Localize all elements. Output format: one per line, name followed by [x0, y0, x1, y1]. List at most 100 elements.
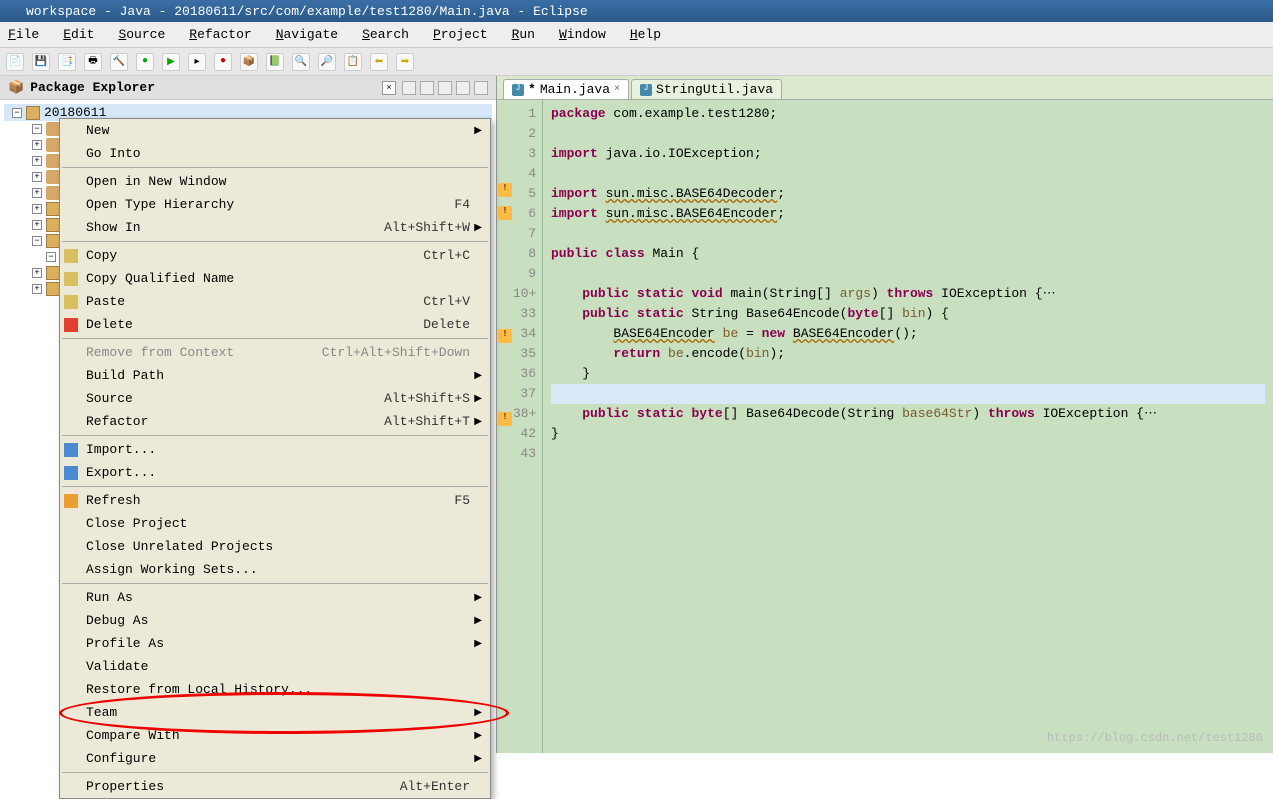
menu-help[interactable]: Help — [630, 27, 661, 42]
package-explorer-icon: 📦 — [8, 80, 24, 95]
new-button[interactable]: 📄 — [6, 53, 24, 71]
project-icon — [26, 106, 40, 120]
menu-item-refactor[interactable]: RefactorAlt+Shift+T▶ — [60, 410, 490, 433]
menu-bar: File Edit Source Refactor Navigate Search Proj… — [0, 22, 1273, 48]
ext-tools-button[interactable]: ● — [214, 53, 232, 71]
collapse-icon[interactable] — [402, 81, 416, 95]
coverage-button[interactable]: ▸ — [188, 53, 206, 71]
expand-icon[interactable]: + — [32, 204, 42, 214]
expand-icon[interactable]: − — [12, 108, 22, 118]
link-editor-icon[interactable] — [420, 81, 434, 95]
menu-item-open-type-hierarchy[interactable]: Open Type HierarchyF4 — [60, 193, 490, 216]
warn-marker-icon: ! — [498, 206, 512, 220]
menu-item-icon — [64, 318, 78, 332]
view-close-icon[interactable]: × — [382, 81, 396, 95]
menu-item-assign-working-sets-[interactable]: Assign Working Sets... — [60, 558, 490, 581]
window-title-bar: workspace - Java - 20180611/src/com/exam… — [0, 0, 1273, 22]
menu-item-icon — [64, 466, 78, 480]
open-type-button[interactable]: 🔍 — [292, 53, 310, 71]
editor-tab[interactable]: J*Main.java × — [503, 79, 629, 99]
expand-icon[interactable]: + — [32, 188, 42, 198]
menu-separator — [62, 772, 488, 773]
package-explorer-header: 📦 Package Explorer × — [0, 76, 496, 100]
menu-item-show-in[interactable]: Show InAlt+Shift+W▶ — [60, 216, 490, 239]
menu-source[interactable]: Source — [118, 27, 165, 42]
save-button[interactable]: 💾 — [32, 53, 50, 71]
expand-icon[interactable]: + — [32, 156, 42, 166]
package-explorer-title: Package Explorer — [30, 80, 376, 95]
menu-item-delete[interactable]: DeleteDelete — [60, 313, 490, 336]
maximize-icon[interactable] — [474, 81, 488, 95]
folder-icon — [46, 266, 60, 280]
src-folder-icon — [46, 122, 60, 136]
code-editor[interactable]: !!!! 12345678910+333435363738+4243 packa… — [497, 100, 1273, 753]
menu-project[interactable]: Project — [433, 27, 488, 42]
menu-separator — [62, 167, 488, 168]
code-content[interactable]: package com.example.test1280;import java… — [543, 100, 1273, 753]
menu-run[interactable]: Run — [512, 27, 535, 42]
menu-item-new[interactable]: New▶ — [60, 119, 490, 142]
menu-item-close-project[interactable]: Close Project — [60, 512, 490, 535]
new-pkg-button[interactable]: 📦 — [240, 53, 258, 71]
menu-item-copy-qualified-name[interactable]: Copy Qualified Name — [60, 267, 490, 290]
nav-back-button[interactable]: ⬅ — [370, 53, 388, 71]
line-gutter: 12345678910+333435363738+4243 — [513, 100, 543, 753]
menu-item-validate[interactable]: Validate — [60, 655, 490, 678]
menu-item-copy[interactable]: CopyCtrl+C — [60, 244, 490, 267]
expand-icon[interactable]: + — [32, 172, 42, 182]
expand-icon[interactable]: + — [32, 140, 42, 150]
save-all-button[interactable]: 📑 — [58, 53, 76, 71]
menu-item-export-[interactable]: Export... — [60, 461, 490, 484]
menu-item-compare-with[interactable]: Compare With▶ — [60, 724, 490, 747]
folder-icon — [46, 202, 60, 216]
editor-tab[interactable]: JStringUtil.java — [631, 79, 782, 99]
menu-file[interactable]: File — [8, 27, 39, 42]
new-class-button[interactable]: 📗 — [266, 53, 284, 71]
menu-item-source[interactable]: SourceAlt+Shift+S▶ — [60, 387, 490, 410]
menu-item-icon — [64, 272, 78, 286]
menu-item-import-[interactable]: Import... — [60, 438, 490, 461]
menu-window[interactable]: Window — [559, 27, 606, 42]
toolbar: 📄 💾 📑 🖶 🔨 ● ▶ ▸ ● 📦 📗 🔍 🔎 📋 ⬅ ➡ — [0, 48, 1273, 76]
menu-item-profile-as[interactable]: Profile As▶ — [60, 632, 490, 655]
expand-icon[interactable]: + — [32, 268, 42, 278]
menu-item-properties[interactable]: PropertiesAlt+Enter — [60, 775, 490, 798]
menu-item-close-unrelated-projects[interactable]: Close Unrelated Projects — [60, 535, 490, 558]
menu-item-icon — [64, 295, 78, 309]
run-button[interactable]: ▶ — [162, 53, 180, 71]
debug-button[interactable]: ● — [136, 53, 154, 71]
expand-icon[interactable]: + — [32, 284, 42, 294]
menu-item-restore-from-local-history-[interactable]: Restore from Local History... — [60, 678, 490, 701]
expand-icon[interactable]: − — [46, 252, 56, 262]
java-file-icon: J — [512, 84, 524, 96]
menu-navigate[interactable]: Navigate — [276, 27, 338, 42]
menu-item-refresh[interactable]: RefreshF5 — [60, 489, 490, 512]
expand-icon[interactable]: + — [32, 220, 42, 230]
menu-item-build-path[interactable]: Build Path▶ — [60, 364, 490, 387]
minimize-icon[interactable] — [456, 81, 470, 95]
close-tab-icon[interactable]: × — [614, 84, 620, 95]
menu-item-open-in-new-window[interactable]: Open in New Window — [60, 170, 490, 193]
nav-fwd-button[interactable]: ➡ — [396, 53, 414, 71]
expand-icon[interactable]: − — [32, 236, 42, 246]
menu-item-debug-as[interactable]: Debug As▶ — [60, 609, 490, 632]
menu-item-paste[interactable]: PasteCtrl+V — [60, 290, 490, 313]
warn-marker-icon: ! — [498, 412, 512, 426]
print-button[interactable]: 🖶 — [84, 53, 102, 71]
build-button[interactable]: 🔨 — [110, 53, 128, 71]
menu-separator — [62, 435, 488, 436]
menu-item-run-as[interactable]: Run As▶ — [60, 586, 490, 609]
menu-item-configure[interactable]: Configure▶ — [60, 747, 490, 770]
toggle-button[interactable]: 📋 — [344, 53, 362, 71]
menu-edit[interactable]: Edit — [63, 27, 94, 42]
menu-refactor[interactable]: Refactor — [189, 27, 251, 42]
menu-item-team[interactable]: Team▶ — [60, 701, 490, 724]
expand-icon[interactable]: − — [32, 124, 42, 134]
folder-icon — [46, 218, 60, 232]
menu-search[interactable]: Search — [362, 27, 409, 42]
menu-item-go-into[interactable]: Go Into — [60, 142, 490, 165]
warn-marker-icon: ! — [498, 329, 512, 343]
menu-separator — [62, 338, 488, 339]
view-menu-icon[interactable] — [438, 81, 452, 95]
search-button[interactable]: 🔎 — [318, 53, 336, 71]
